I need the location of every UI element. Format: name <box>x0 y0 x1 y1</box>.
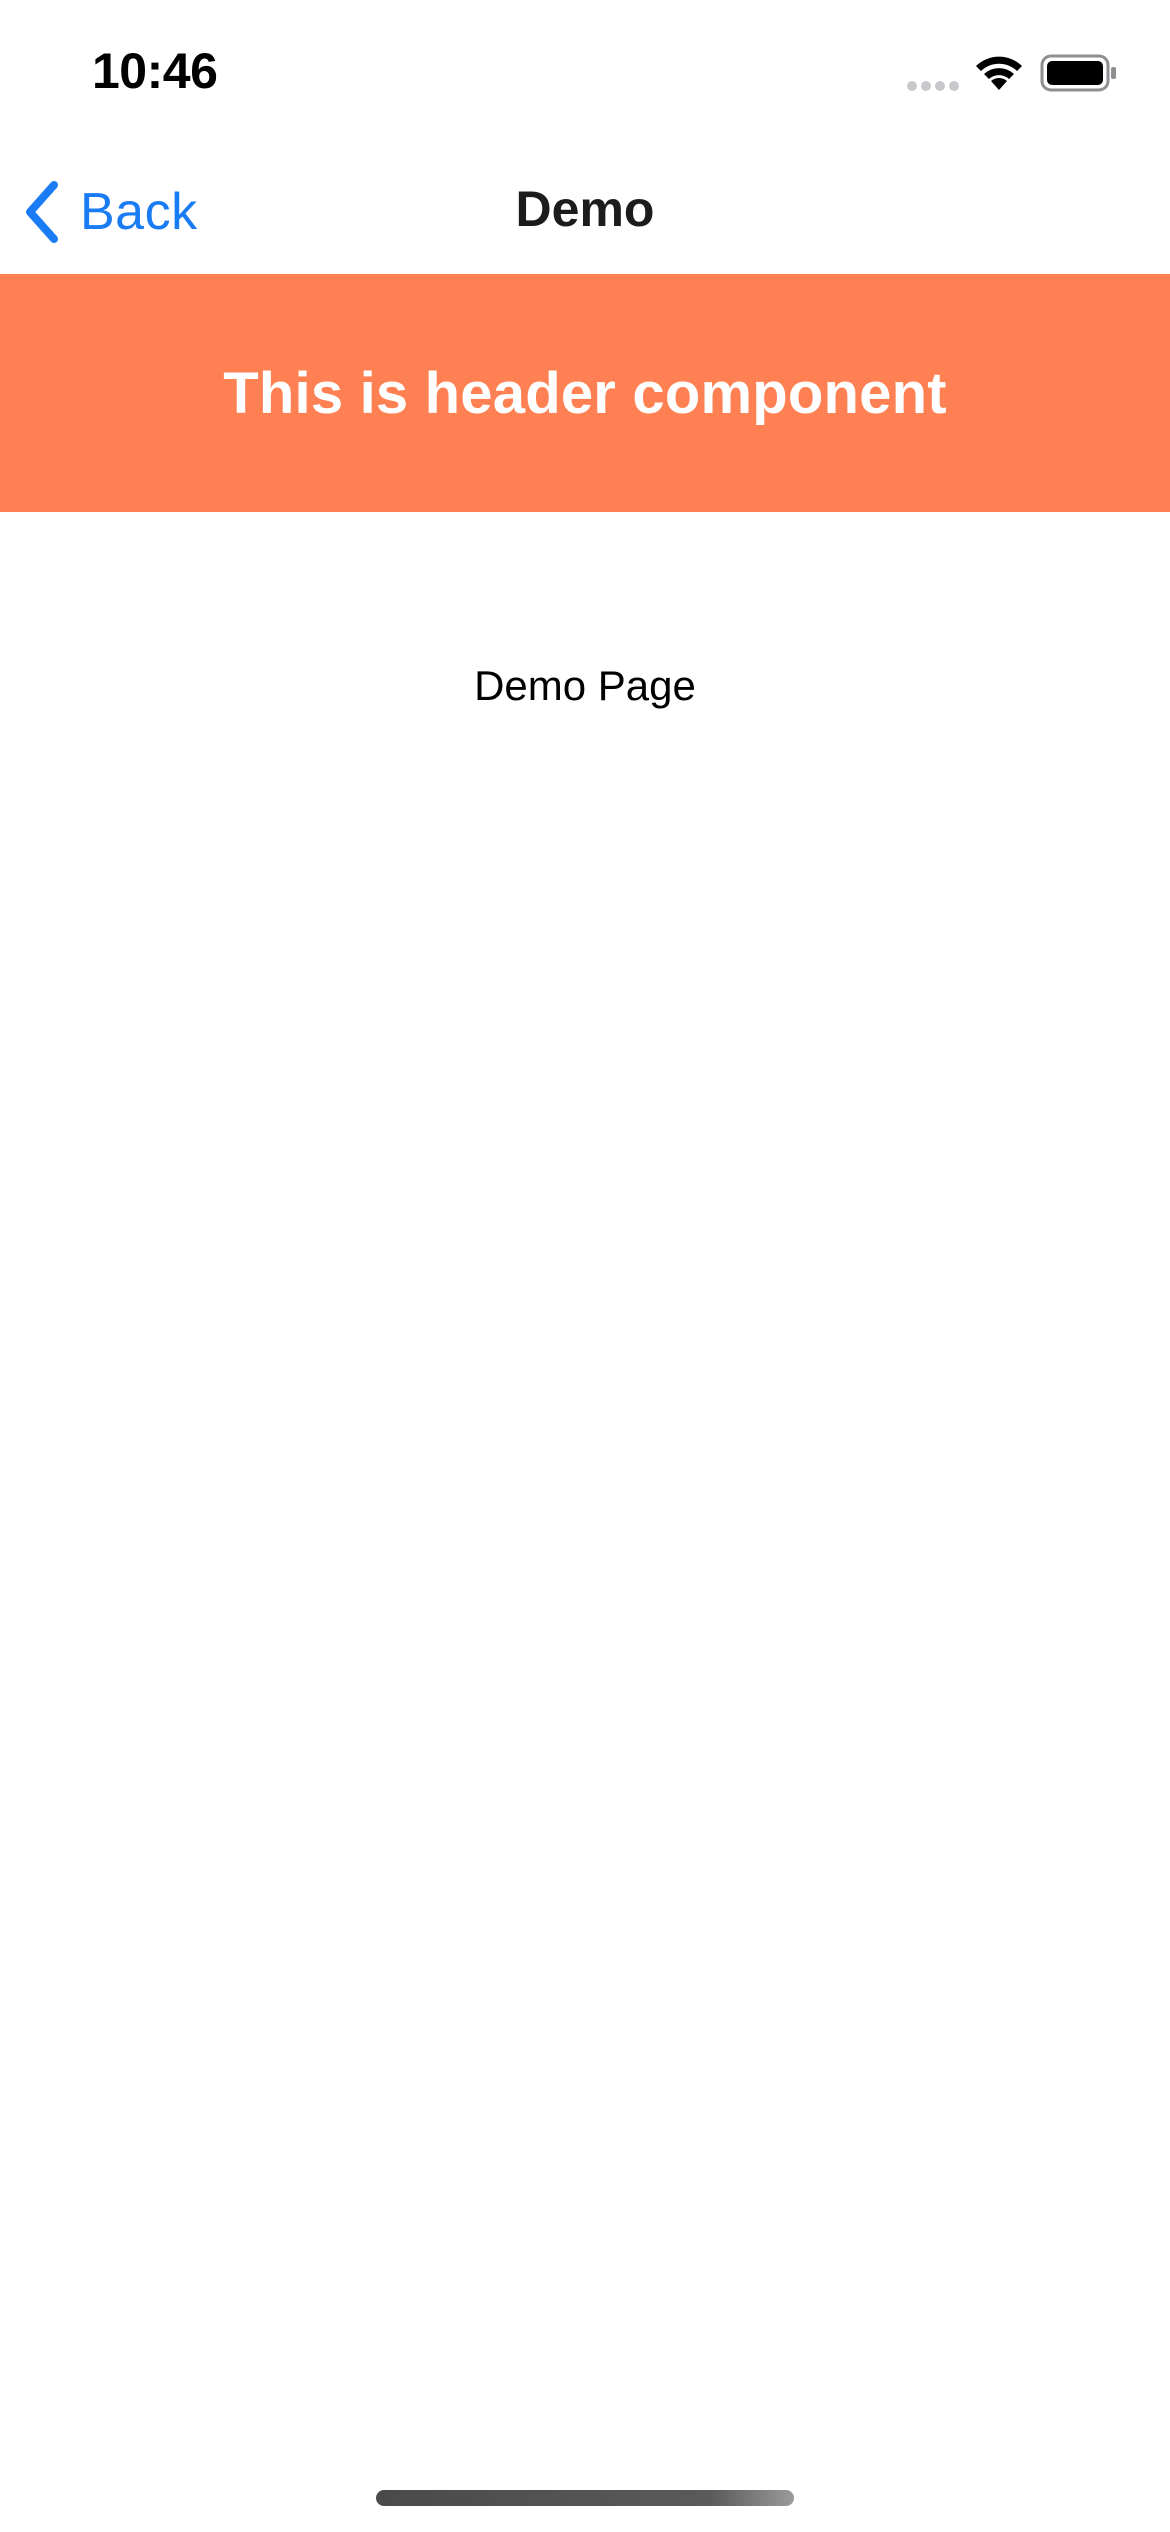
header-component: This is header component <box>0 274 1170 512</box>
status-bar: 10:46 <box>0 0 1170 150</box>
header-component-text: This is header component <box>223 360 947 426</box>
status-time: 10:46 <box>92 43 218 99</box>
battery-icon <box>1040 54 1116 92</box>
home-indicator[interactable] <box>376 2490 794 2506</box>
navigation-bar: Back Demo <box>0 150 1170 274</box>
nav-title: Demo <box>515 181 655 237</box>
cellular-signal-icon <box>907 81 959 91</box>
wifi-icon <box>976 56 1022 90</box>
page-body-text: Demo Page <box>474 662 696 709</box>
app-screen: 10:46 Back Demo This is header component… <box>0 0 1170 2532</box>
